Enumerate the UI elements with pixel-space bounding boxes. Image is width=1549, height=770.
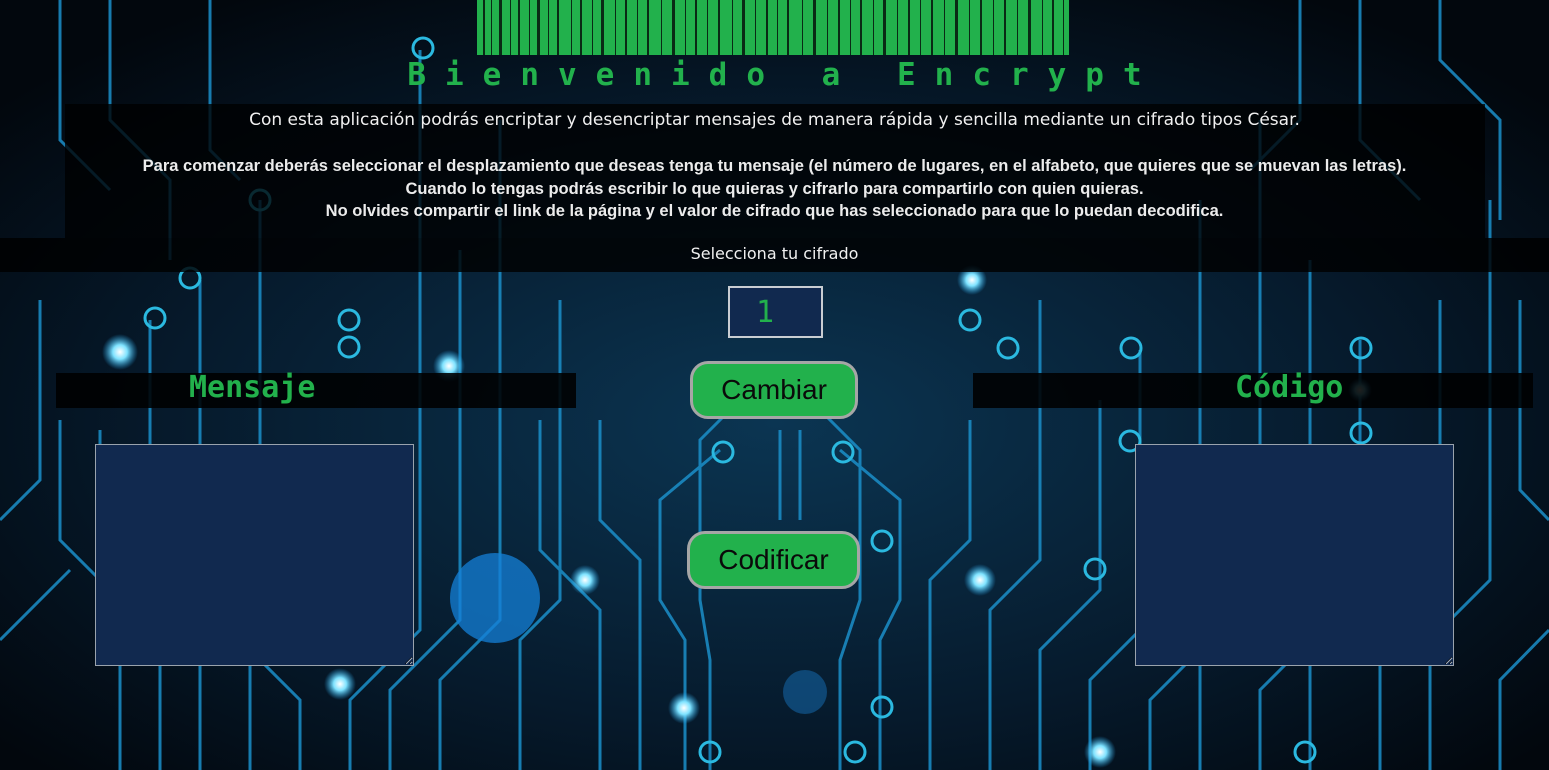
intro-tagline: Con esta aplicación podrás encriptar y d… [249, 110, 1300, 130]
barcode-graphic [477, 0, 1069, 55]
encode-button[interactable]: Codificar [687, 531, 860, 589]
change-button[interactable]: Cambiar [690, 361, 858, 419]
code-textarea[interactable] [1135, 444, 1454, 666]
app-title: Bienvenido a Encrypt [407, 57, 1161, 93]
instruction-paragraph: No olvides compartir el link de la págin… [325, 202, 1224, 220]
instruction-paragraph: Para comenzar deberás seleccionar el des… [142, 157, 1407, 175]
message-textarea[interactable] [95, 444, 414, 666]
instructions: Para comenzar deberás seleccionar el des… [0, 155, 1549, 223]
instruction-paragraph: Cuando lo tengas podrás escribir lo que … [405, 179, 1144, 198]
shift-value-input[interactable] [728, 286, 823, 338]
message-heading: Mensaje [189, 370, 316, 405]
code-heading: Código [1235, 370, 1344, 405]
cipher-select-label: Selecciona tu cifrado [690, 244, 859, 263]
message-heading-backdrop [56, 373, 576, 408]
